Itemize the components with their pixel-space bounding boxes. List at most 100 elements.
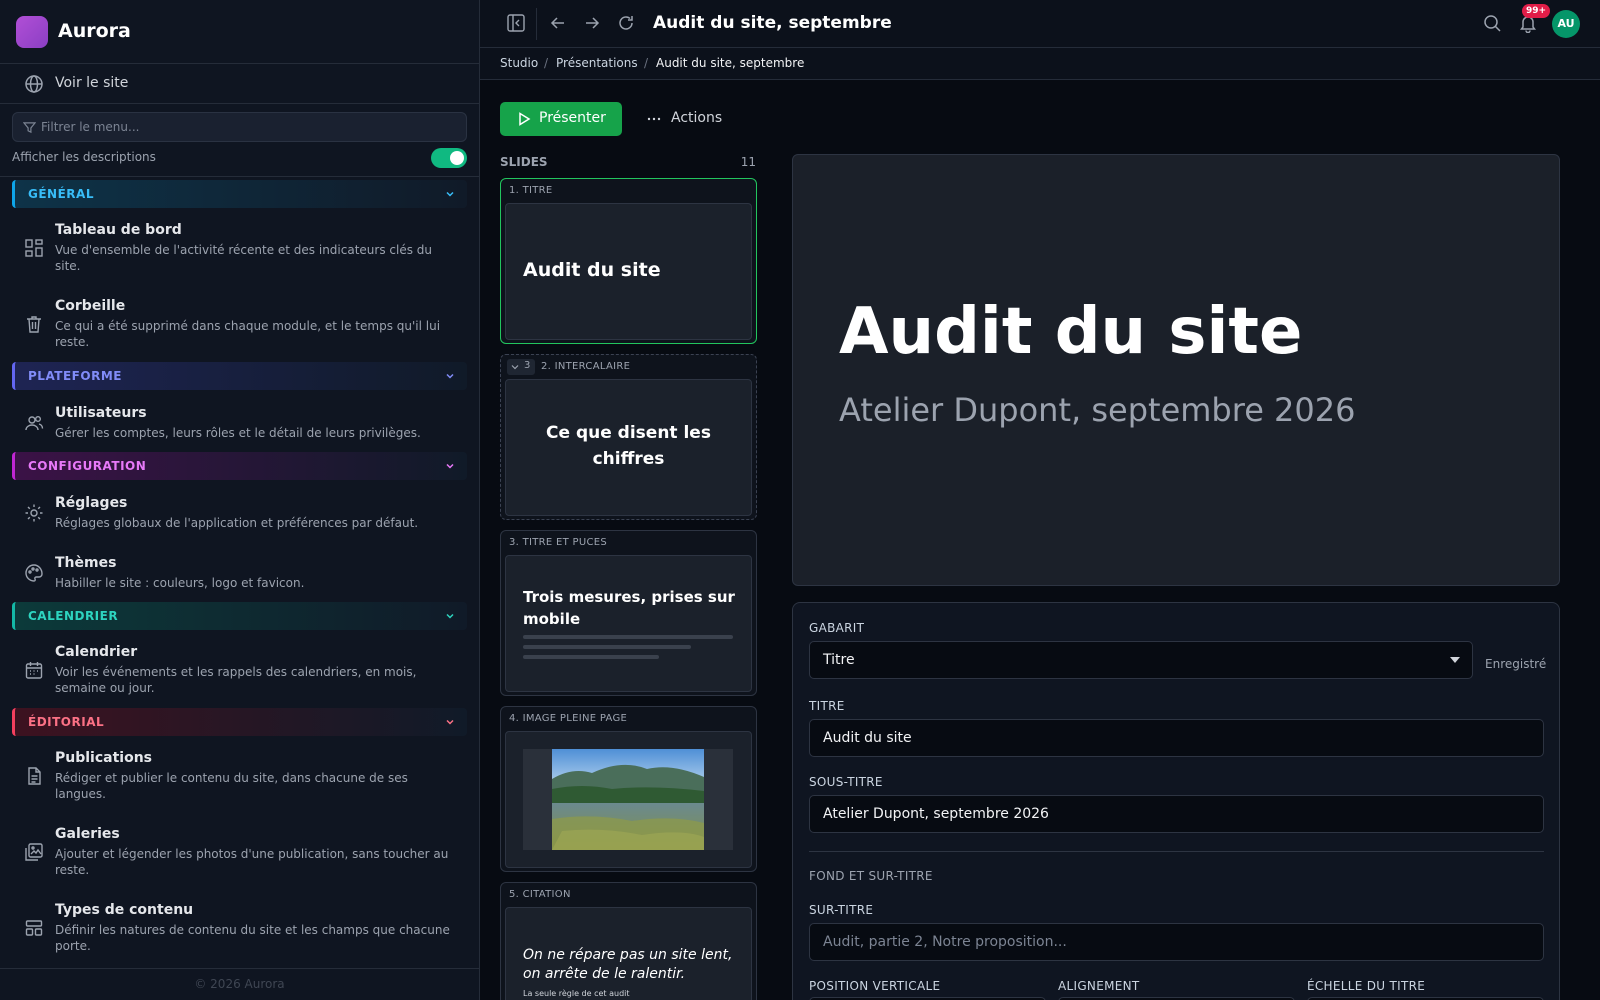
avatar[interactable]: AU bbox=[1552, 10, 1580, 38]
preview-subtitle: Atelier Dupont, septembre 2026 bbox=[839, 391, 1356, 429]
alignment-label: ALIGNEMENT bbox=[1058, 979, 1140, 993]
sidebar-item-title: Corbeille bbox=[55, 298, 126, 314]
slides-list: 1. TITRE Audit du site 3 2. INTERCALAIRE… bbox=[500, 178, 757, 1000]
chevron-down-icon bbox=[446, 373, 454, 379]
slide-card-2[interactable]: 3 2. INTERCALAIRE Ce que disent les chif… bbox=[500, 354, 757, 520]
section-platform-label: PLATEFORME bbox=[28, 369, 122, 383]
play-icon bbox=[519, 112, 531, 126]
section-editorial-label: ÉDITORIAL bbox=[28, 715, 105, 729]
overtitle-input[interactable] bbox=[809, 923, 1544, 961]
top-bar: Audit du site, septembre 99+ AU bbox=[480, 0, 1600, 48]
slide-caption: 2. INTERCALAIRE bbox=[541, 361, 631, 372]
sidebar-item-title: Utilisateurs bbox=[55, 405, 147, 421]
slide-thumbnail: Trois mesures, prises sur mobile bbox=[505, 555, 752, 692]
sidebar-item-desc: Ajouter et légender les photos d'une pub… bbox=[55, 847, 449, 877]
sidebar-item-title: Galeries bbox=[55, 826, 120, 842]
sidebar-item-desc: Vue d'ensemble de l'activité récente et … bbox=[55, 243, 432, 273]
breadcrumb: Studio / Présentations / Audit du site, … bbox=[480, 48, 1600, 80]
slide-caption: 5. CITATION bbox=[509, 889, 571, 900]
section-configuration-label: CONFIGURATION bbox=[28, 459, 147, 473]
slide-card-4[interactable]: 4. IMAGE PLEINE PAGE bbox=[500, 706, 757, 872]
search-icon[interactable] bbox=[1482, 13, 1502, 33]
bullet-placeholder bbox=[523, 645, 691, 649]
sidebar-item-desc: Voir les événements et les rappels des c… bbox=[55, 665, 417, 695]
breadcrumb-presentations[interactable]: Présentations bbox=[556, 56, 638, 70]
gallery-icon bbox=[25, 843, 43, 861]
sidebar-item-title: Tableau de bord bbox=[55, 222, 182, 238]
slide-thumbnail: Audit du site bbox=[505, 203, 752, 340]
title-input[interactable] bbox=[809, 719, 1544, 757]
slide-card-5[interactable]: 5. CITATION On ne répare pas un site len… bbox=[500, 882, 757, 1000]
menu-filter-input[interactable] bbox=[41, 118, 451, 136]
calendar-icon bbox=[25, 662, 43, 679]
slides-heading: SLIDES bbox=[500, 155, 548, 169]
section-platform[interactable]: PLATEFORME bbox=[12, 362, 467, 390]
slides-header: SLIDES 11 bbox=[500, 155, 756, 169]
template-select[interactable]: Titre bbox=[809, 641, 1473, 679]
present-button-label: Présenter bbox=[539, 110, 606, 126]
slide-thumbnail: On ne répare pas un site lent, on arrête… bbox=[505, 907, 752, 1000]
form-divider bbox=[809, 851, 1544, 852]
dashboard-icon bbox=[25, 239, 43, 257]
forward-arrow-icon[interactable] bbox=[582, 13, 602, 33]
sidebar-item-title: Thèmes bbox=[55, 555, 117, 571]
view-site-link[interactable]: Voir le site bbox=[0, 64, 479, 104]
menu-filter bbox=[12, 112, 467, 142]
document-icon bbox=[28, 767, 41, 785]
actions-button-label: Actions bbox=[671, 110, 723, 126]
save-status: Enregistré bbox=[1485, 657, 1547, 671]
slide-caption: 4. IMAGE PLEINE PAGE bbox=[509, 713, 628, 724]
bullet-placeholder bbox=[523, 655, 659, 659]
slide-caption: 3. TITRE ET PUCES bbox=[509, 537, 608, 548]
slide-thumb-title: Audit du site bbox=[523, 259, 661, 281]
section-calendar[interactable]: CALENDRIER bbox=[12, 602, 467, 630]
sidebar-item-desc: Gérer les comptes, leurs rôles et le dét… bbox=[55, 426, 421, 440]
layout-icon bbox=[25, 920, 43, 936]
slide-thumb-quote-source: La seule règle de cet audit bbox=[523, 989, 630, 998]
chevron-down-icon bbox=[446, 191, 454, 197]
copyright: © 2026 Aurora bbox=[0, 968, 479, 1000]
filter-icon bbox=[23, 122, 36, 134]
sidebar-item-desc: Réglages globaux de l'application et pré… bbox=[55, 516, 419, 530]
section-general-label: GÉNÉRAL bbox=[28, 187, 94, 201]
brand-logo bbox=[16, 16, 48, 48]
sidebar-item-title: Réglages bbox=[55, 495, 128, 511]
subtitle-input[interactable] bbox=[809, 795, 1544, 833]
sidebar: Aurora Voir le site Afficher les descrip… bbox=[0, 0, 480, 1000]
collapse-group-toggle[interactable]: 3 bbox=[507, 359, 535, 375]
show-descriptions-label: Afficher les descriptions bbox=[12, 150, 156, 164]
collapse-group-count: 3 bbox=[524, 360, 531, 371]
slide-card-1[interactable]: 1. TITRE Audit du site bbox=[500, 178, 757, 344]
background-section-label: FOND ET SUR-TITRE bbox=[809, 869, 933, 883]
section-configuration[interactable]: CONFIGURATION bbox=[12, 452, 467, 480]
more-horizontal-icon bbox=[647, 117, 661, 121]
overtitle-label: SUR-TITRE bbox=[809, 903, 874, 917]
page-title: Audit du site, septembre bbox=[653, 13, 892, 33]
present-button[interactable]: Présenter bbox=[500, 102, 622, 136]
section-editorial[interactable]: ÉDITORIAL bbox=[12, 708, 467, 736]
globe-icon bbox=[25, 75, 43, 93]
users-icon bbox=[25, 416, 44, 431]
subtitle-label: SOUS-TITRE bbox=[809, 775, 883, 789]
back-arrow-icon[interactable] bbox=[548, 13, 568, 33]
title-scale-label: ÉCHELLE DU TITRE bbox=[1307, 979, 1426, 993]
section-general[interactable]: GÉNÉRAL bbox=[12, 180, 467, 208]
slide-thumb-title: Trois mesures, prises sur mobile bbox=[523, 588, 735, 628]
landscape-image bbox=[552, 749, 704, 850]
breadcrumb-studio[interactable]: Studio bbox=[500, 56, 538, 70]
brand-header[interactable]: Aurora bbox=[0, 0, 479, 64]
view-site-label: Voir le site bbox=[55, 75, 129, 91]
show-descriptions-toggle[interactable] bbox=[431, 148, 467, 168]
preview-title: Audit du site bbox=[839, 295, 1303, 369]
slide-card-3[interactable]: 3. TITRE ET PUCES Trois mesures, prises … bbox=[500, 530, 757, 696]
palette-icon bbox=[25, 564, 43, 582]
sidebar-divider bbox=[0, 176, 479, 177]
refresh-icon[interactable] bbox=[616, 13, 636, 33]
sidebar-item-desc: Ce qui a été supprimé dans chaque module… bbox=[55, 319, 441, 349]
brand-name: Aurora bbox=[58, 20, 131, 42]
sidebar-toggle-icon[interactable] bbox=[506, 13, 526, 33]
chevron-down-icon bbox=[446, 613, 454, 619]
gear-icon bbox=[25, 504, 43, 522]
sidebar-item-title: Calendrier bbox=[55, 644, 138, 660]
actions-button[interactable]: Actions bbox=[640, 102, 740, 136]
